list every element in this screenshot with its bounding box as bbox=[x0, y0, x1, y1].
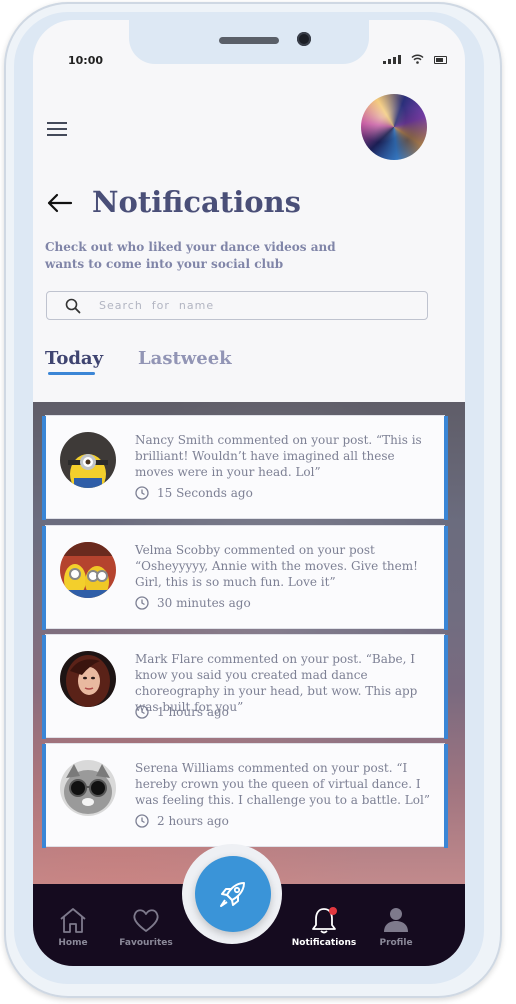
card-accent-right bbox=[444, 744, 448, 848]
notification-card[interactable]: Serena Williams commented on your post. … bbox=[42, 743, 448, 848]
nav-home[interactable]: Home bbox=[55, 884, 91, 966]
wifi-icon bbox=[411, 54, 424, 64]
notification-time: 1 hours ago bbox=[135, 705, 229, 719]
nav-notifications-label: Notifications bbox=[291, 938, 357, 948]
nav-favourites-label: Favourites bbox=[119, 938, 173, 948]
back-arrow-icon[interactable] bbox=[45, 188, 75, 218]
status-time: 10:00 bbox=[68, 54, 104, 67]
page-subtitle: Check out who liked your dance videos an… bbox=[45, 240, 336, 271]
card-accent-left bbox=[42, 635, 46, 739]
tab-lastweek[interactable]: Lastweek bbox=[138, 348, 232, 369]
notification-time-label: 15 Seconds ago bbox=[157, 486, 253, 500]
app-screen: 10:00 Notifications Check out who liked … bbox=[33, 20, 465, 966]
notch bbox=[129, 20, 369, 64]
notification-card[interactable]: Velma Scobby commented on your post “Osh… bbox=[42, 525, 448, 630]
person-icon bbox=[384, 908, 408, 932]
notification-time: 30 minutes ago bbox=[135, 596, 251, 610]
notification-card[interactable]: Mark Flare commented on your post. “Babe… bbox=[42, 634, 448, 739]
page-title: Notifications bbox=[92, 185, 301, 219]
woman-portrait-avatar[interactable] bbox=[60, 651, 116, 707]
home-icon bbox=[60, 908, 86, 933]
cat-sunglasses-avatar[interactable] bbox=[60, 760, 116, 816]
battery-icon bbox=[434, 56, 447, 64]
notification-time: 2 hours ago bbox=[135, 814, 229, 828]
nav-home-label: Home bbox=[58, 938, 88, 948]
active-tab-indicator bbox=[48, 372, 95, 375]
minion-avatar[interactable] bbox=[60, 432, 116, 488]
notification-text: Serena Williams commented on your post. … bbox=[135, 761, 430, 807]
tab-today[interactable]: Today bbox=[45, 348, 103, 369]
notification-time-label: 1 hours ago bbox=[157, 705, 229, 719]
card-accent-right bbox=[444, 526, 448, 630]
clock-icon bbox=[135, 596, 149, 610]
nav-profile[interactable]: Profile bbox=[379, 884, 413, 966]
card-accent-left bbox=[42, 526, 46, 630]
notification-feed[interactable]: Nancy Smith commented on your post. “Thi… bbox=[33, 402, 465, 884]
clock-icon bbox=[135, 486, 149, 500]
notification-text: Velma Scobby commented on your post “Osh… bbox=[135, 543, 418, 589]
notification-time: 15 Seconds ago bbox=[135, 486, 253, 500]
minions-group-avatar[interactable] bbox=[60, 542, 116, 598]
notification-badge bbox=[329, 907, 337, 915]
bell-icon bbox=[312, 907, 337, 934]
notification-card[interactable]: Nancy Smith commented on your post. “Thi… bbox=[42, 415, 448, 520]
user-avatar[interactable] bbox=[361, 94, 427, 160]
camera-icon bbox=[297, 32, 311, 46]
notification-text: Nancy Smith commented on your post. “Thi… bbox=[135, 433, 422, 479]
notification-time-label: 2 hours ago bbox=[157, 814, 229, 828]
search-bar[interactable] bbox=[46, 291, 428, 320]
nav-notifications[interactable]: Notifications bbox=[291, 884, 357, 966]
nav-favourites[interactable]: Favourites bbox=[119, 884, 173, 966]
card-accent-right bbox=[444, 635, 448, 739]
heart-icon bbox=[133, 909, 159, 932]
rocket-icon bbox=[220, 882, 245, 907]
menu-button[interactable] bbox=[47, 122, 67, 136]
card-accent-left bbox=[42, 744, 46, 848]
launch-button[interactable] bbox=[195, 856, 271, 932]
clock-icon bbox=[135, 705, 149, 719]
clock-icon bbox=[135, 814, 149, 828]
speaker bbox=[219, 37, 279, 44]
signal-icon bbox=[383, 55, 401, 64]
nav-profile-label: Profile bbox=[379, 938, 413, 948]
card-accent-right bbox=[444, 416, 448, 520]
search-input[interactable] bbox=[97, 298, 401, 313]
notification-time-label: 30 minutes ago bbox=[157, 596, 251, 610]
status-icons bbox=[383, 54, 447, 64]
card-accent-left bbox=[42, 416, 46, 520]
search-icon bbox=[65, 298, 81, 313]
